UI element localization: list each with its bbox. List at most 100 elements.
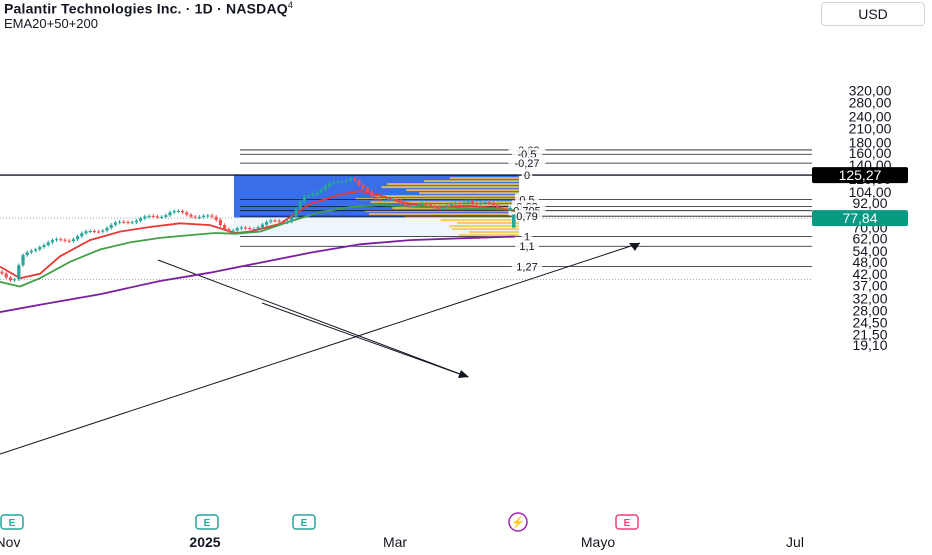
event-marker-label: E	[301, 518, 308, 529]
candle-body	[462, 202, 466, 204]
time-axis[interactable]: Nov 2025 Mar Mayo Jul	[0, 534, 804, 550]
time-tick-label: 2025	[189, 534, 220, 550]
candle-body	[55, 239, 59, 241]
volume-profile-row	[370, 201, 519, 204]
time-tick-label: Nov	[0, 534, 20, 550]
earnings-event-marker[interactable]: E	[195, 514, 219, 530]
candle-body	[197, 216, 201, 218]
candle-body	[508, 208, 512, 210]
candle-body	[147, 215, 151, 217]
candle-body	[449, 203, 453, 206]
candle-body	[34, 249, 38, 251]
candle-body	[235, 228, 239, 231]
candle-body	[353, 178, 357, 181]
chart-canvas[interactable]: -0,62-0,5-0,2700,50,620,7050,7911,11,273…	[0, 0, 932, 550]
candle-body	[441, 207, 445, 209]
candle-body	[109, 224, 113, 228]
candle-body	[458, 203, 462, 205]
time-tick-label: Mayo	[581, 534, 615, 550]
candle-body	[336, 181, 340, 183]
volume-profile-row	[406, 189, 519, 192]
candle-body	[269, 220, 273, 222]
candle-body	[386, 199, 390, 201]
candle-body	[176, 210, 180, 212]
candle-body	[361, 185, 365, 189]
volume-profile-row	[369, 213, 519, 216]
volume-profile-row	[387, 183, 519, 186]
candle-body	[42, 245, 46, 248]
candle-body	[277, 220, 281, 222]
earnings-event-marker[interactable]: E	[0, 514, 24, 530]
event-marker-label: E	[9, 518, 16, 529]
candle-body	[470, 201, 474, 203]
candle-body	[206, 215, 210, 217]
candle-body	[428, 204, 432, 207]
candle-body	[491, 203, 495, 206]
candle-body	[0, 271, 4, 274]
candle-body	[13, 279, 17, 281]
candle-body	[281, 221, 285, 223]
candle-body	[420, 203, 424, 205]
fib-level-label: -0,27	[514, 158, 539, 170]
earnings-event-marker[interactable]: E	[615, 514, 639, 530]
candle-body	[479, 202, 483, 204]
candle-body	[340, 181, 344, 183]
candle-body	[139, 218, 143, 221]
candle-body	[155, 216, 159, 218]
candle-body	[239, 227, 243, 229]
candle-body	[231, 230, 235, 232]
candle-body	[311, 194, 315, 196]
candle-body	[256, 227, 260, 229]
candle-body	[307, 195, 311, 197]
candle-body	[382, 200, 386, 202]
volume-profile-row	[469, 231, 519, 234]
event-marker-label: ⚡	[511, 516, 525, 529]
candle-body	[92, 230, 96, 232]
candle-body	[193, 216, 197, 218]
title-superscript: 4	[287, 0, 294, 10]
chart-header: Palantir Technologies Inc. · 1D · NASDAQ…	[4, 0, 293, 31]
currency-selector[interactable]: USD	[821, 2, 925, 26]
candle-body	[357, 180, 361, 186]
earnings-event-marker[interactable]: E	[292, 514, 316, 530]
candle-body	[151, 215, 155, 217]
dividend-event-marker[interactable]: ⚡	[508, 512, 528, 532]
candle-body	[412, 206, 416, 208]
volume-profile-row	[374, 195, 519, 198]
candle-body	[424, 203, 428, 205]
price-axis[interactable]: 320,00280,00240,00210,00180,00160,00140,…	[812, 82, 908, 353]
candle-body	[67, 240, 71, 242]
chart[interactable]: -0,62-0,5-0,2700,50,620,7050,7911,11,273…	[0, 0, 932, 550]
candle-body	[172, 211, 176, 213]
candle-body	[273, 220, 277, 222]
candle-body	[496, 205, 500, 208]
candle-body	[319, 189, 323, 193]
candle-body	[63, 239, 67, 241]
volume-profile-row	[440, 219, 519, 222]
candle-body	[50, 240, 54, 243]
candle-body	[407, 205, 411, 207]
candle-body	[143, 216, 147, 219]
candle-body	[445, 205, 449, 208]
candle-body	[97, 231, 101, 233]
candle-body	[500, 207, 504, 209]
candle-body	[323, 186, 327, 190]
candle-body	[126, 222, 130, 224]
candle-body	[113, 222, 117, 225]
projection-line	[261, 302, 469, 378]
candle-body	[202, 215, 206, 217]
symbol-title-text: Palantir Technologies Inc. · 1D · NASDAQ	[4, 0, 288, 17]
candle-body	[223, 225, 227, 230]
candle-body	[181, 210, 185, 213]
candle-body	[76, 236, 80, 240]
indicator-legend[interactable]: EMA20+50+200	[4, 16, 293, 31]
candle-body	[294, 208, 298, 217]
candle-body	[244, 227, 248, 229]
candle-body	[218, 219, 222, 226]
candle-body	[130, 222, 134, 224]
candle-body	[260, 224, 264, 228]
symbol-title[interactable]: Palantir Technologies Inc. · 1D · NASDAQ…	[4, 0, 293, 17]
volume-profile-row	[423, 180, 519, 183]
candle-body	[487, 202, 491, 204]
candle-body	[4, 273, 8, 278]
